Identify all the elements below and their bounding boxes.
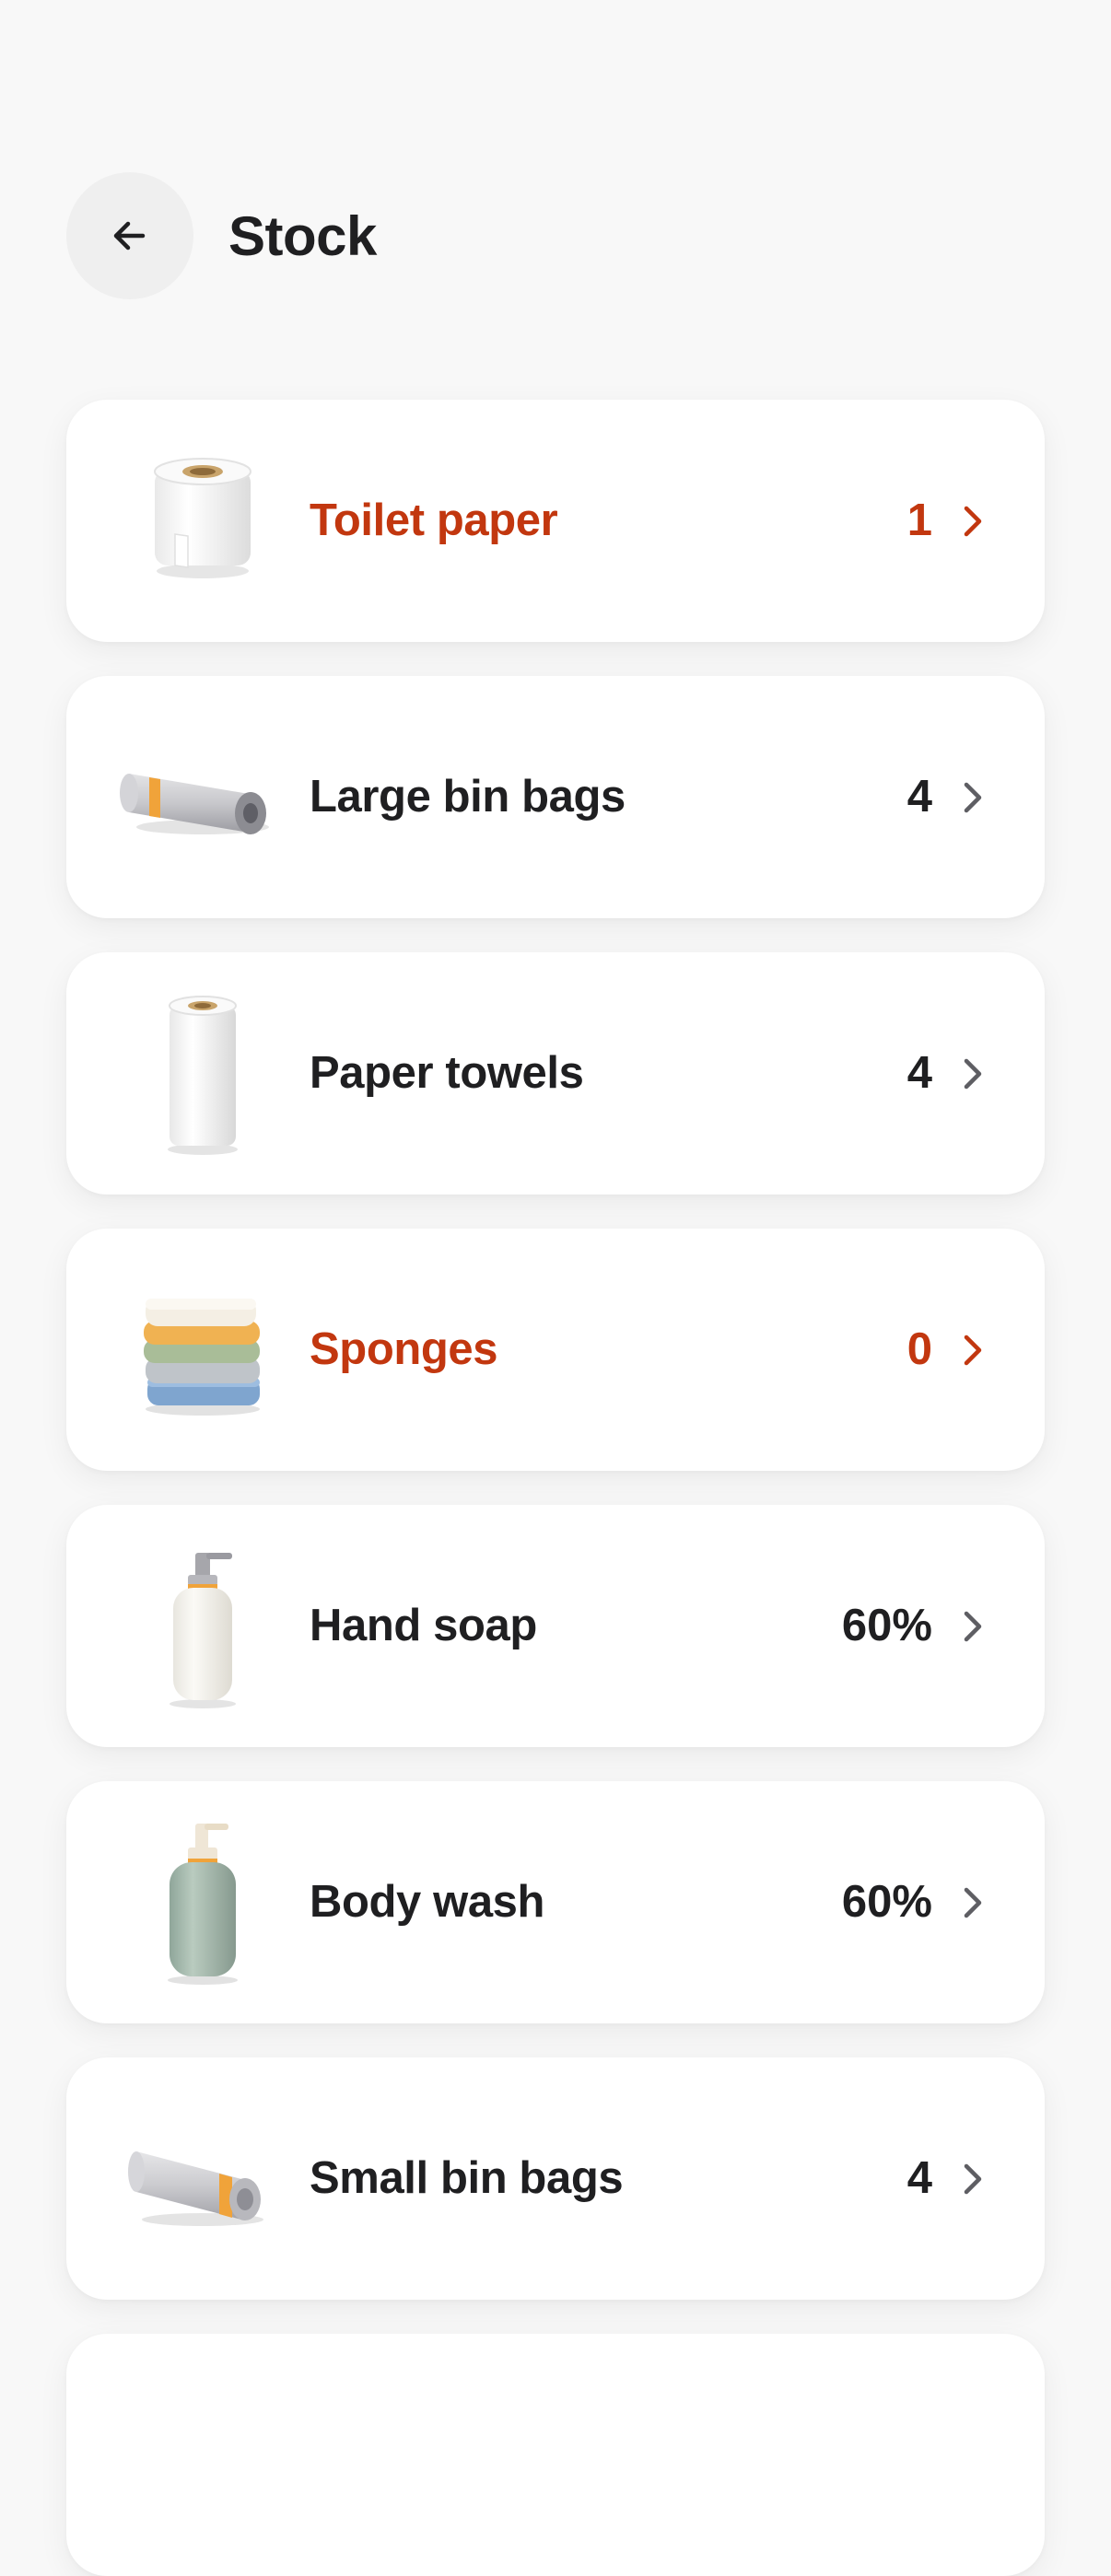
stock-item-small-bin-bags[interactable]: Small bin bags 4 <box>66 2057 1045 2300</box>
item-count: 60% <box>841 1877 932 1927</box>
item-name: Toilet paper <box>310 495 558 545</box>
stock-list: Toilet paper 1 Large bin bags 4 Paper to… <box>66 400 1045 2334</box>
sponges-icon <box>111 1262 286 1437</box>
arrow-left-icon <box>113 221 146 251</box>
chevron-right-icon <box>953 1330 993 1370</box>
item-name: Small bin bags <box>310 2153 624 2203</box>
item-name: Hand soap <box>310 1601 537 1650</box>
stock-item-hand-soap[interactable]: Hand soap 60% <box>66 1505 1045 1747</box>
item-count: 60% <box>841 1601 932 1650</box>
chevron-right-icon <box>953 1606 993 1647</box>
stock-item-toilet-paper[interactable]: Toilet paper 1 <box>66 400 1045 642</box>
chevron-right-icon <box>953 2159 993 2199</box>
stock-item-sponges[interactable]: Sponges 0 <box>66 1229 1045 1471</box>
back-button[interactable] <box>66 172 193 299</box>
page-title: Stock <box>228 204 377 267</box>
item-name: Sponges <box>310 1324 498 1374</box>
paper-towel-icon <box>111 985 286 1160</box>
soap-dispenser-icon <box>111 1538 286 1713</box>
stock-item-partial[interactable] <box>66 2334 1045 2576</box>
bin-bag-roll-icon <box>111 2091 286 2266</box>
item-count: 1 <box>906 495 932 545</box>
chevron-right-icon <box>953 777 993 818</box>
stock-item-large-bin-bags[interactable]: Large bin bags 4 <box>66 676 1045 918</box>
chevron-right-icon <box>953 1882 993 1923</box>
toilet-paper-icon <box>111 433 286 608</box>
item-count: 4 <box>906 2153 932 2203</box>
bin-bag-roll-icon <box>111 709 286 884</box>
item-name: Paper towels <box>310 1048 584 1098</box>
body-wash-bottle-icon <box>111 1814 286 1989</box>
page-header: Stock <box>66 172 377 299</box>
stock-item-paper-towels[interactable]: Paper towels 4 <box>66 952 1045 1195</box>
chevron-right-icon <box>953 1054 993 1094</box>
item-count: 4 <box>906 1048 932 1098</box>
item-name: Body wash <box>310 1877 545 1927</box>
chevron-right-icon <box>953 501 993 542</box>
item-count: 4 <box>906 772 932 822</box>
item-count: 0 <box>906 1324 932 1374</box>
stock-item-body-wash[interactable]: Body wash 60% <box>66 1781 1045 2023</box>
item-name: Large bin bags <box>310 772 626 822</box>
